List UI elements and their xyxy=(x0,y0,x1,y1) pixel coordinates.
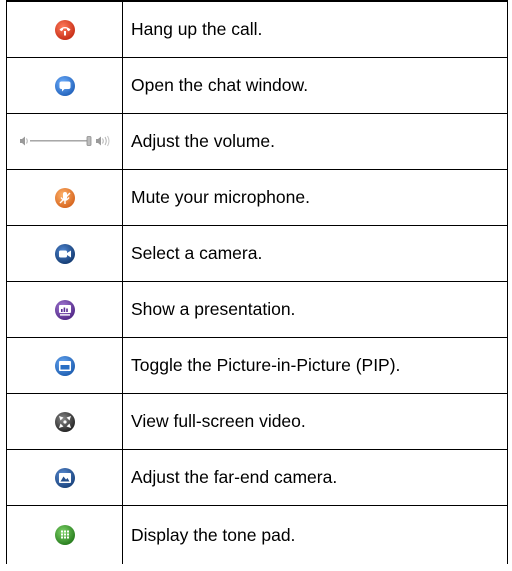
table-row: Select a camera. xyxy=(6,225,508,282)
row-label: Select a camera. xyxy=(122,225,508,282)
table-row: Show a presentation. xyxy=(6,281,508,338)
table-row: Mute your microphone. xyxy=(6,169,508,226)
tone-pad-icon xyxy=(54,524,76,546)
volume-slider-icon xyxy=(18,134,112,148)
row-label: Adjust the volume. xyxy=(122,113,508,170)
camera-icon xyxy=(54,243,76,265)
far-end-camera-icon xyxy=(54,467,76,489)
fullscreen-icon xyxy=(54,411,76,433)
table-row: Adjust the far-end camera. xyxy=(6,449,508,506)
pip-icon xyxy=(54,355,76,377)
row-label: Display the tone pad. xyxy=(122,505,508,564)
table-row: Hang up the call. xyxy=(6,0,508,58)
row-label: Toggle the Picture-in-Picture (PIP). xyxy=(122,337,508,394)
presentation-icon xyxy=(54,299,76,321)
row-label: Adjust the far-end camera. xyxy=(122,449,508,506)
chat-icon xyxy=(54,75,76,97)
table-row: View full-screen video. xyxy=(6,393,508,450)
row-label: Hang up the call. xyxy=(122,0,508,58)
table-row: Adjust the volume. xyxy=(6,113,508,170)
controls-legend-table: Hang up the call. Open the chat window. xyxy=(6,0,508,564)
mute-microphone-icon xyxy=(54,187,76,209)
row-label: Mute your microphone. xyxy=(122,169,508,226)
table-row: Toggle the Picture-in-Picture (PIP). xyxy=(6,337,508,394)
table-row: Open the chat window. xyxy=(6,57,508,114)
row-label: View full-screen video. xyxy=(122,393,508,450)
row-label: Open the chat window. xyxy=(122,57,508,114)
table-row: Display the tone pad. xyxy=(6,505,508,564)
row-label: Show a presentation. xyxy=(122,281,508,338)
hang-up-icon xyxy=(54,19,76,41)
